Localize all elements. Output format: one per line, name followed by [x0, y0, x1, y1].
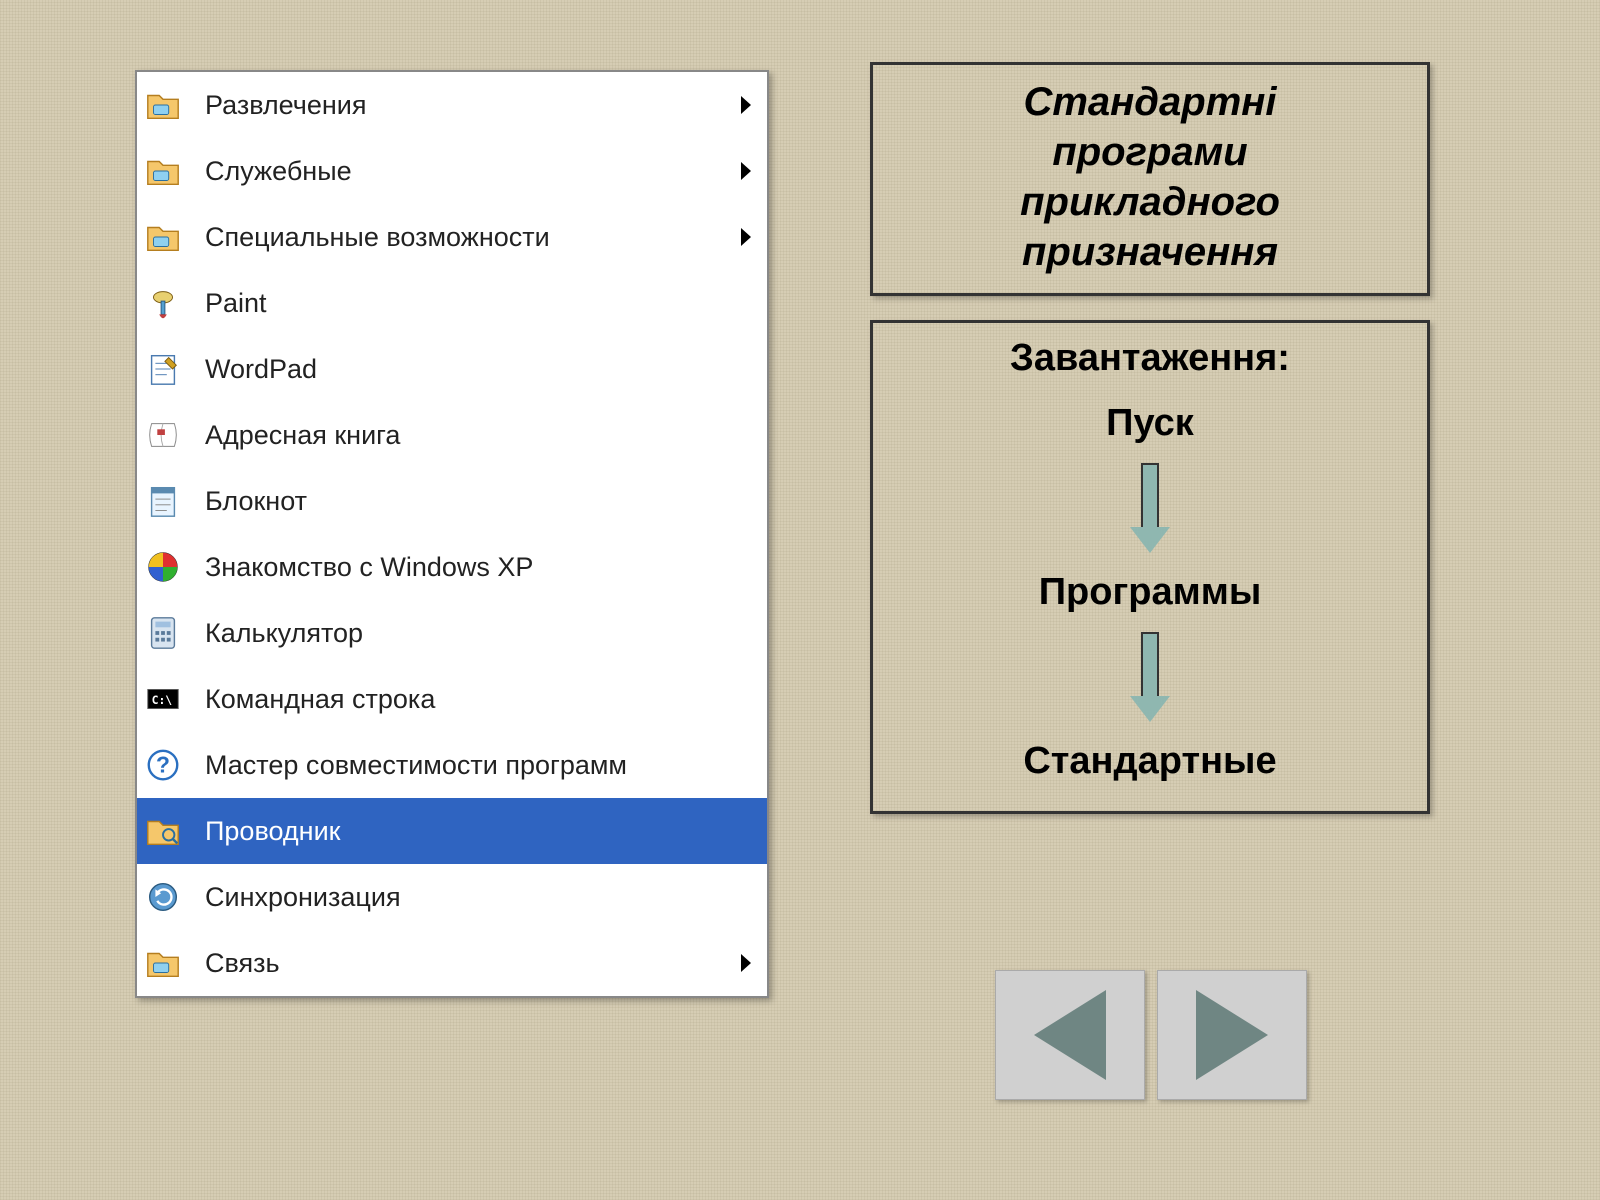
chevron-right-icon: [741, 228, 751, 246]
menu-item-calculator[interactable]: Калькулятор: [137, 600, 767, 666]
folder-icon: [143, 151, 183, 191]
menu-item-label: Командная строка: [205, 684, 757, 715]
menu-item-label: Проводник: [205, 816, 757, 847]
folder-icon: [143, 217, 183, 257]
menu-item-communications[interactable]: Связь: [137, 930, 767, 996]
title-line: призначення: [883, 227, 1417, 277]
menu-item-label: WordPad: [205, 354, 757, 385]
folder-icon: [143, 943, 183, 983]
menu-item-label: Специальные возможности: [205, 222, 741, 253]
menu-item-compatibility-wizard[interactable]: ? Мастер совместимости программ: [137, 732, 767, 798]
menu-item-system-tools[interactable]: Служебные: [137, 138, 767, 204]
menu-item-synchronize[interactable]: Синхронизация: [137, 864, 767, 930]
prev-slide-button[interactable]: [995, 970, 1145, 1100]
help-icon: ?: [143, 745, 183, 785]
menu-item-label: Блокнот: [205, 486, 757, 517]
menu-item-label: Развлечения: [205, 90, 741, 121]
menu-item-label: Мастер совместимости программ: [205, 750, 757, 781]
accessories-menu: Развлечения Служебные Специальные возмож…: [135, 70, 769, 998]
menu-item-addressbook[interactable]: Адресная книга: [137, 402, 767, 468]
folder-icon: [143, 85, 183, 125]
launch-path-box: Завантаження: Пуск Программы Стандартные: [870, 320, 1430, 814]
arrow-down-icon: [1135, 463, 1165, 553]
path-step-start: Пуск: [883, 402, 1417, 445]
cmd-icon: C:\: [143, 679, 183, 719]
paint-icon: [143, 283, 183, 323]
menu-item-label: Калькулятор: [205, 618, 757, 649]
triangle-right-icon: [1196, 990, 1268, 1080]
notepad-icon: [143, 481, 183, 521]
path-heading: Завантаження:: [883, 337, 1417, 380]
chevron-right-icon: [741, 954, 751, 972]
menu-item-explorer[interactable]: Проводник: [137, 798, 767, 864]
path-step-programs: Программы: [883, 571, 1417, 614]
title-line: прикладного: [883, 177, 1417, 227]
calculator-icon: [143, 613, 183, 653]
path-step-accessories: Стандартные: [883, 740, 1417, 783]
menu-item-accessibility[interactable]: Специальные возможности: [137, 204, 767, 270]
arrow-down-icon: [1135, 632, 1165, 722]
menu-item-label: Адресная книга: [205, 420, 757, 451]
menu-item-command-prompt[interactable]: C:\ Командная строка: [137, 666, 767, 732]
title-line: програми: [883, 127, 1417, 177]
slide-nav: [995, 970, 1307, 1100]
next-slide-button[interactable]: [1157, 970, 1307, 1100]
menu-item-windows-xp-tour[interactable]: Знакомство с Windows XP: [137, 534, 767, 600]
menu-item-notepad[interactable]: Блокнот: [137, 468, 767, 534]
svg-text:?: ?: [156, 752, 170, 778]
chevron-right-icon: [741, 96, 751, 114]
menu-item-wordpad[interactable]: WordPad: [137, 336, 767, 402]
addressbook-icon: [143, 415, 183, 455]
menu-item-paint[interactable]: Paint: [137, 270, 767, 336]
explorer-icon: [143, 811, 183, 851]
menu-item-label: Служебные: [205, 156, 741, 187]
slide-title-box: Стандартні програми прикладного призначе…: [870, 62, 1430, 296]
triangle-left-icon: [1034, 990, 1106, 1080]
sync-icon: [143, 877, 183, 917]
svg-text:C:\: C:\: [152, 693, 173, 707]
menu-item-label: Связь: [205, 948, 741, 979]
tour-icon: [143, 547, 183, 587]
menu-item-entertainment[interactable]: Развлечения: [137, 72, 767, 138]
menu-item-label: Знакомство с Windows XP: [205, 552, 757, 583]
menu-item-label: Синхронизация: [205, 882, 757, 913]
chevron-right-icon: [741, 162, 751, 180]
title-line: Стандартні: [883, 77, 1417, 127]
wordpad-icon: [143, 349, 183, 389]
menu-item-label: Paint: [205, 288, 757, 319]
